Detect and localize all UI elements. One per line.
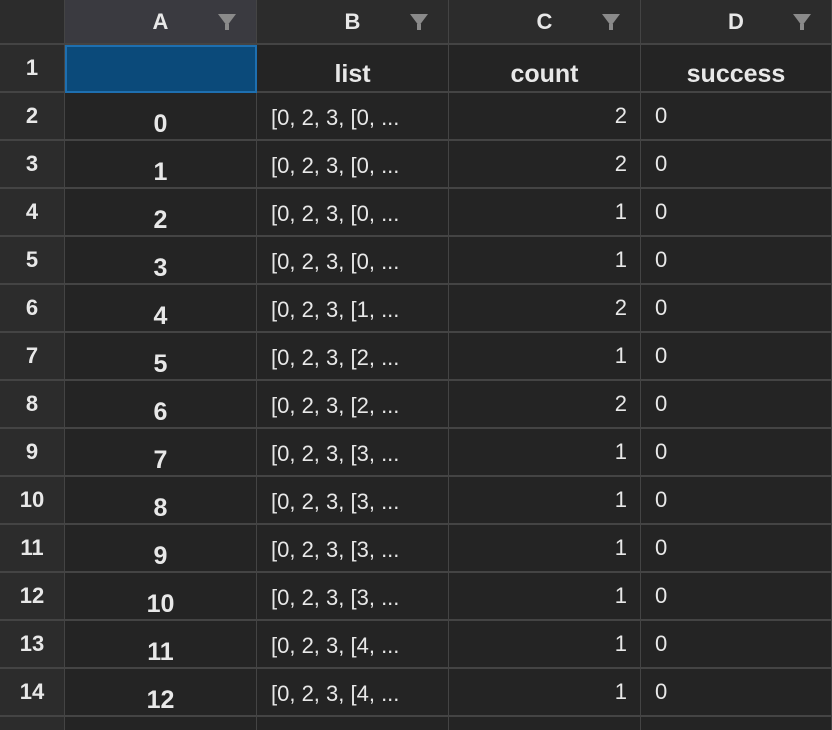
- cell-success[interactable]: 0: [641, 93, 832, 141]
- cell-index[interactable]: 2: [65, 189, 257, 237]
- cell-list[interactable]: [0, 2, 3, [4, ...: [257, 621, 449, 669]
- cell-count[interactable]: 1: [449, 333, 641, 381]
- cell-success[interactable]: 0: [641, 189, 832, 237]
- cell-list[interactable]: [0, 2, 3, [3, ...: [257, 429, 449, 477]
- cell-success[interactable]: 0: [641, 477, 832, 525]
- cell-index[interactable]: 12: [65, 669, 257, 717]
- column-letter: D: [728, 8, 744, 34]
- cell-header-list[interactable]: list: [257, 45, 449, 93]
- cell-list[interactable]: [0, 2, 3, [4, ...: [257, 669, 449, 717]
- row-header[interactable]: 5: [0, 237, 65, 285]
- cell-count[interactable]: 1: [449, 621, 641, 669]
- row-header[interactable]: 9: [0, 429, 65, 477]
- cell-count[interactable]: 2: [449, 93, 641, 141]
- cell-index[interactable]: 8: [65, 477, 257, 525]
- cell-success[interactable]: 0: [641, 285, 832, 333]
- cell-success[interactable]: 0: [641, 237, 832, 285]
- cell-index[interactable]: 0: [65, 93, 257, 141]
- cell-partial[interactable]: [449, 717, 641, 730]
- row-header[interactable]: 3: [0, 141, 65, 189]
- spreadsheet-grid: A B C D 1 list count success 2 0 [0, 2, 3,…: [0, 0, 832, 717]
- select-all-corner[interactable]: [0, 0, 65, 45]
- row-header[interactable]: 14: [0, 669, 65, 717]
- cell-list[interactable]: [0, 2, 3, [3, ...: [257, 525, 449, 573]
- row-header[interactable]: 1: [0, 45, 65, 93]
- spreadsheet: A B C D 1 list count success 2 0 [0, 2, 3,…: [0, 0, 832, 730]
- column-header-d[interactable]: D: [641, 0, 832, 45]
- row-header[interactable]: 7: [0, 333, 65, 381]
- cell-partial[interactable]: [65, 717, 257, 730]
- cell-count[interactable]: 1: [449, 525, 641, 573]
- cell-index[interactable]: 9: [65, 525, 257, 573]
- cell-header-success[interactable]: success: [641, 45, 832, 93]
- cell-success[interactable]: 0: [641, 381, 832, 429]
- cell-index[interactable]: 3: [65, 237, 257, 285]
- cell-count[interactable]: 1: [449, 669, 641, 717]
- cell-list[interactable]: [0, 2, 3, [2, ...: [257, 333, 449, 381]
- cell-partial[interactable]: [257, 717, 449, 730]
- cell-count[interactable]: 2: [449, 381, 641, 429]
- cell-count[interactable]: 1: [449, 237, 641, 285]
- cell-count[interactable]: 1: [449, 573, 641, 621]
- cell-list[interactable]: [0, 2, 3, [3, ...: [257, 573, 449, 621]
- cell-index[interactable]: 1: [65, 141, 257, 189]
- row-header[interactable]: 12: [0, 573, 65, 621]
- cell-index[interactable]: 5: [65, 333, 257, 381]
- column-header-c[interactable]: C: [449, 0, 641, 45]
- next-row-partial: [0, 717, 832, 730]
- column-header-b[interactable]: B: [257, 0, 449, 45]
- cell-success[interactable]: 0: [641, 525, 832, 573]
- filter-funnel-icon[interactable]: [602, 14, 620, 30]
- cell-a1-selected[interactable]: [65, 45, 257, 93]
- row-header[interactable]: 8: [0, 381, 65, 429]
- row-header[interactable]: 13: [0, 621, 65, 669]
- cell-count[interactable]: 1: [449, 477, 641, 525]
- cell-partial[interactable]: [641, 717, 832, 730]
- cell-header-count[interactable]: count: [449, 45, 641, 93]
- cell-success[interactable]: 0: [641, 333, 832, 381]
- cell-index[interactable]: 6: [65, 381, 257, 429]
- row-header[interactable]: 10: [0, 477, 65, 525]
- cell-list[interactable]: [0, 2, 3, [0, ...: [257, 189, 449, 237]
- cell-success[interactable]: 0: [641, 141, 832, 189]
- column-letter: B: [344, 8, 361, 34]
- cell-list[interactable]: [0, 2, 3, [2, ...: [257, 381, 449, 429]
- cell-success[interactable]: 0: [641, 429, 832, 477]
- row-header[interactable]: 4: [0, 189, 65, 237]
- cell-list[interactable]: [0, 2, 3, [3, ...: [257, 477, 449, 525]
- filter-funnel-icon[interactable]: [410, 14, 428, 30]
- cell-list[interactable]: [0, 2, 3, [0, ...: [257, 141, 449, 189]
- column-header-a[interactable]: A: [65, 0, 257, 45]
- cell-success[interactable]: 0: [641, 621, 832, 669]
- cell-index[interactable]: 7: [65, 429, 257, 477]
- cell-index[interactable]: 4: [65, 285, 257, 333]
- cell-count[interactable]: 2: [449, 141, 641, 189]
- column-letter: A: [152, 8, 169, 34]
- row-header[interactable]: 6: [0, 285, 65, 333]
- cell-success[interactable]: 0: [641, 573, 832, 621]
- cell-count[interactable]: 2: [449, 285, 641, 333]
- cell-list[interactable]: [0, 2, 3, [1, ...: [257, 285, 449, 333]
- filter-funnel-icon[interactable]: [793, 14, 811, 30]
- filter-funnel-icon[interactable]: [218, 14, 236, 30]
- row-header-partial[interactable]: [0, 717, 65, 730]
- cell-list[interactable]: [0, 2, 3, [0, ...: [257, 93, 449, 141]
- cell-count[interactable]: 1: [449, 189, 641, 237]
- cell-index[interactable]: 10: [65, 573, 257, 621]
- cell-list[interactable]: [0, 2, 3, [0, ...: [257, 237, 449, 285]
- cell-success[interactable]: 0: [641, 669, 832, 717]
- row-header[interactable]: 2: [0, 93, 65, 141]
- cell-index[interactable]: 11: [65, 621, 257, 669]
- column-letter: C: [536, 8, 553, 34]
- row-header[interactable]: 11: [0, 525, 65, 573]
- cell-count[interactable]: 1: [449, 429, 641, 477]
